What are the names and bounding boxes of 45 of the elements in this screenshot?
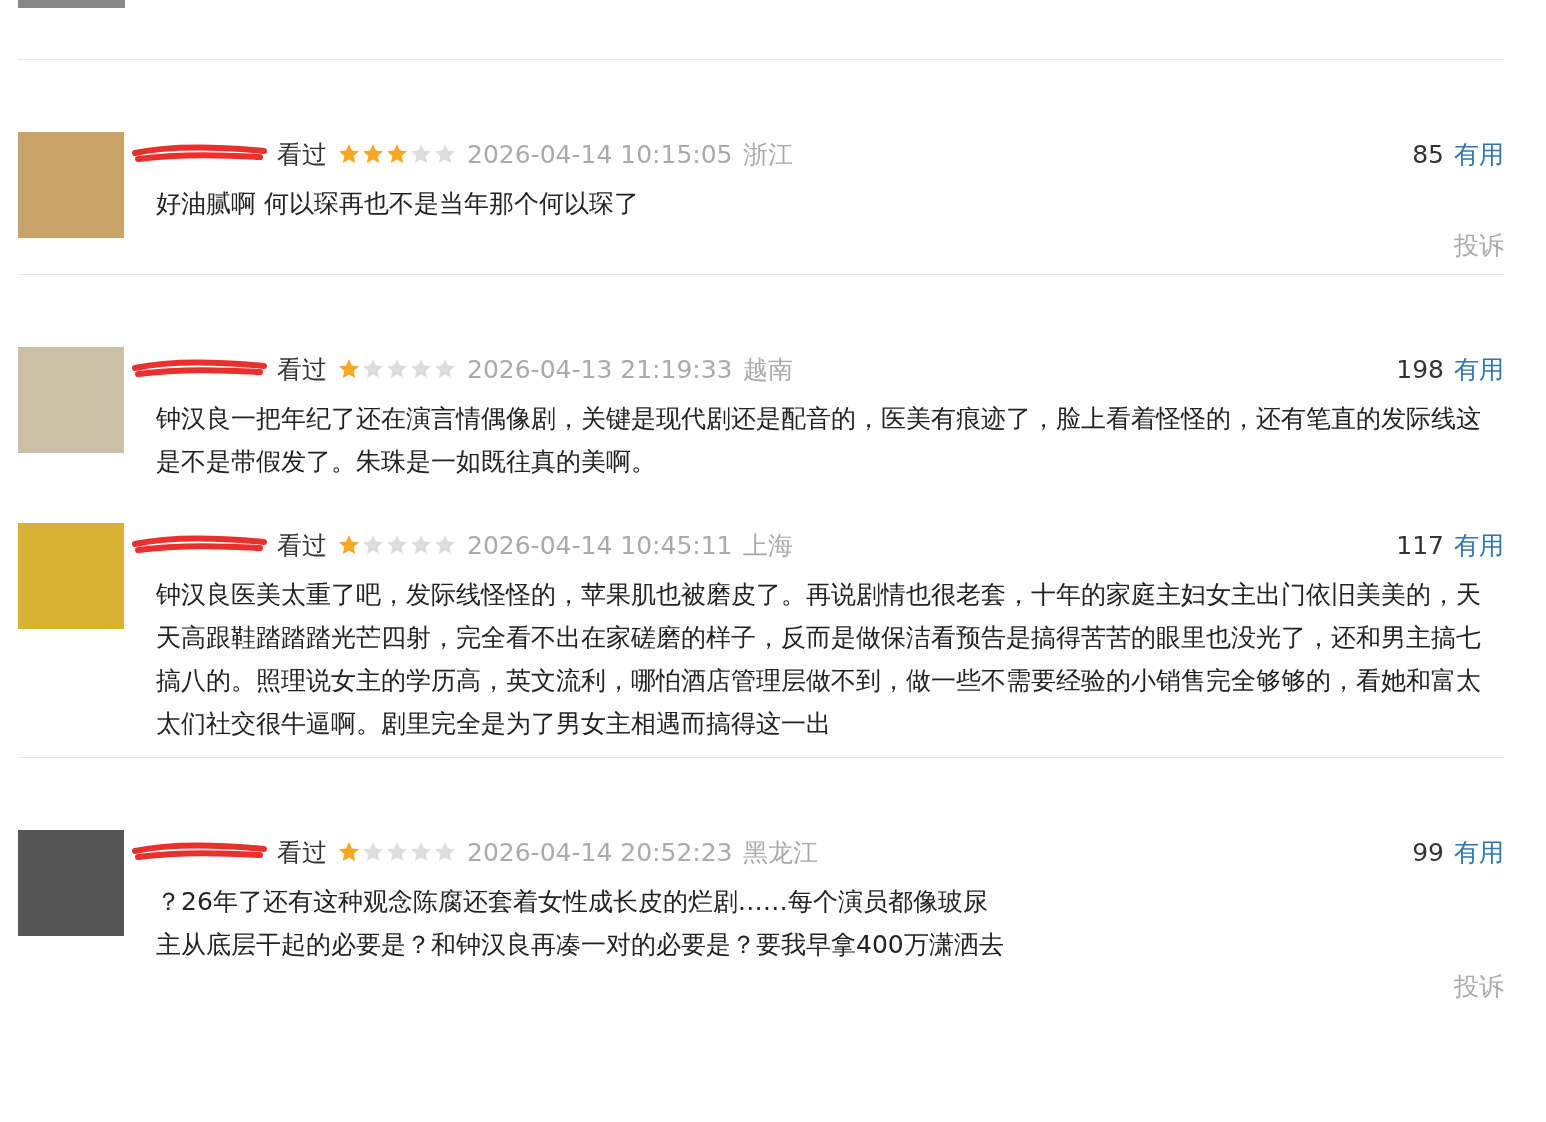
star-icon [433, 142, 457, 166]
star-icon [385, 357, 409, 381]
vote-count: 117 [1396, 530, 1444, 560]
star-icon [361, 142, 385, 166]
star-icon [409, 142, 433, 166]
star-icon [385, 142, 409, 166]
vote-count: 85 [1412, 139, 1444, 169]
review-region: 黑龙江 [742, 836, 818, 869]
star-icon [433, 357, 457, 381]
star-icon [409, 840, 433, 864]
star-icon [361, 840, 385, 864]
star-icon [337, 142, 361, 166]
watched-status: 看过 [277, 353, 327, 386]
star-icon [361, 533, 385, 557]
star-icon [361, 357, 385, 381]
star-icon [337, 533, 361, 557]
review-text: 主从底层干起的必要是？和钟汉良再凑一对的必要是？要我早拿400万潇洒去 [156, 929, 1005, 961]
star-icon [433, 840, 457, 864]
useful-link[interactable]: 有用 [1454, 352, 1504, 386]
star-icon [409, 533, 433, 557]
star-icon [385, 840, 409, 864]
review-region: 上海 [742, 529, 793, 562]
watched-status: 看过 [277, 529, 327, 562]
watched-status: 看过 [277, 836, 327, 869]
watched-status: 看过 [277, 138, 327, 171]
review-region: 浙江 [742, 138, 793, 171]
vote-count: 99 [1412, 837, 1444, 867]
vote-count: 198 [1396, 354, 1444, 384]
useful-link[interactable]: 有用 [1454, 137, 1504, 171]
review-time: 2026-04-13 21:19:33 [467, 354, 733, 384]
star-icon [337, 840, 361, 864]
review-text: 好油腻啊 何以琛再也不是当年那个何以琛了 [156, 188, 640, 220]
star-icon [409, 357, 433, 381]
review-time: 2026-04-14 10:45:11 [467, 530, 733, 560]
star-icon [337, 357, 361, 381]
review-text: 钟汉良一把年纪了还在演言情偶像剧，关键是现代剧还是配音的，医美有痕迹了，脸上看着怪怪的，还有笔直的发际线这是不是带假发了。朱珠是一如既往真的美啊。 [156, 403, 1482, 478]
review-time: 2026-04-14 20:52:23 [467, 837, 733, 867]
review-region: 越南 [742, 353, 793, 386]
review-text: ？26年了还有这种观念陈腐还套着女性成长皮的烂剧……每个演员都像玻尿 [156, 886, 989, 918]
star-icon [433, 533, 457, 557]
useful-link[interactable]: 有用 [1454, 528, 1504, 562]
review-time: 2026-04-14 10:15:05 [467, 139, 733, 169]
star-icon [385, 533, 409, 557]
useful-link[interactable]: 有用 [1454, 835, 1504, 869]
review-text: 钟汉良医美太重了吧，发际线怪怪的，苹果肌也被磨皮了。再说剧情也很老套，十年的家庭主妇女主出门依旧美美的，天天高跟鞋踏踏踏光芒四射，完全看不出在家磋磨的样子，反而是做保洁看预告是搞得苦苦的眼里也没光了，还和男主搞七搞八的。照理说女主的学历高，英文流利，哪怕酒店管理层做不到，做一些不需要经验的小销售完全够够的，看她和富太太们社交很牛逼啊。剧里完全是为了男女主相遇而搞得这一出 [156, 579, 1482, 740]
